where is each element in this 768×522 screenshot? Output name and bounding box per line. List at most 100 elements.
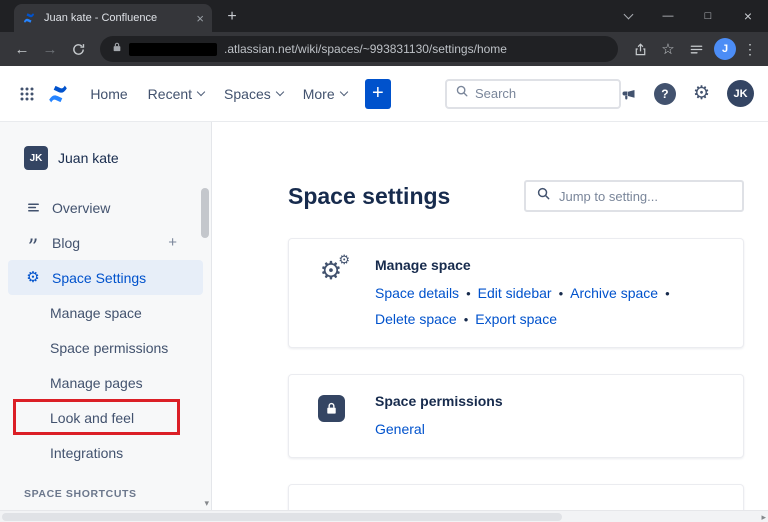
nav-label: More: [302, 85, 335, 102]
browser-tab[interactable]: Juan kate - Confluence ×: [14, 4, 212, 32]
card-body: Space permissions General: [375, 393, 503, 437]
partial-card: [288, 484, 744, 510]
back-button[interactable]: ←: [8, 35, 36, 63]
url-text: .atlassian.net/wiki/spaces/~993831130/se…: [224, 42, 507, 56]
browser-menu-button[interactable]: ⋮: [740, 41, 760, 58]
scroll-right-button[interactable]: ▸: [761, 512, 766, 522]
blog-icon: ”: [27, 234, 39, 259]
sidebar-item-label: Space permissions: [50, 339, 169, 356]
nav-label: Spaces: [224, 85, 271, 102]
sidebar-item-label: Integrations: [50, 444, 124, 461]
bookmark-star-button[interactable]: ☆: [654, 35, 682, 63]
sidebar-item-manage-pages[interactable]: Manage pages: [8, 365, 203, 400]
refresh-button[interactable]: [64, 35, 92, 63]
page-content: JK Juan kate Overview ” Blog + ⚙ Space S…: [0, 122, 768, 510]
chevron-down-icon: [275, 87, 284, 97]
sidebar-item-integrations[interactable]: Integrations: [8, 435, 203, 470]
sidebar-item-label: Manage pages: [50, 374, 143, 391]
sidebar-item-look-and-feel[interactable]: Look and feel: [8, 400, 203, 435]
space-header[interactable]: JK Juan kate: [0, 146, 211, 170]
sidebar-scroll-down-button[interactable]: ▾: [204, 499, 209, 508]
lock-icon: [317, 395, 345, 422]
bullet-separator: •: [463, 311, 469, 327]
nav-home[interactable]: Home: [80, 80, 137, 108]
forward-button[interactable]: →: [36, 35, 64, 63]
horizontal-scrollbar-thumb[interactable]: [2, 512, 562, 521]
nav-recent[interactable]: Recent: [138, 80, 214, 108]
header-actions: ? ⚙ JK: [621, 80, 754, 107]
chevron-down-icon: [623, 9, 633, 19]
browser-window: Juan kate - Confluence × + — □ × ← → .at…: [0, 0, 768, 522]
user-avatar[interactable]: JK: [727, 80, 754, 107]
tab-search-chevron[interactable]: [608, 0, 648, 32]
sidebar-item-space-settings[interactable]: ⚙ Space Settings: [8, 260, 203, 295]
jump-to-setting-input[interactable]: [559, 188, 732, 204]
manage-space-gears-icon: ⚙ ⚙: [313, 253, 350, 327]
search-input[interactable]: [474, 86, 611, 101]
megaphone-icon: [622, 87, 635, 99]
nav-label: Recent: [147, 85, 193, 102]
announcements-button[interactable]: [621, 86, 637, 102]
space-sidebar: JK Juan kate Overview ” Blog + ⚙ Space S…: [0, 122, 212, 510]
sidebar-scrollbar-thumb[interactable]: [201, 188, 209, 238]
nav-label: Home: [90, 85, 128, 102]
share-icon: [635, 42, 645, 55]
omnibox[interactable]: .atlassian.net/wiki/spaces/~993831130/se…: [100, 36, 618, 62]
minimize-button[interactable]: —: [648, 0, 688, 32]
add-blog-button[interactable]: +: [168, 234, 177, 251]
sidebar-item-blog[interactable]: ” Blog +: [8, 225, 203, 260]
overview-icon: [24, 200, 42, 215]
page-title: Space settings: [288, 182, 451, 209]
share-button[interactable]: [626, 35, 654, 63]
gear-small-icon: ⚙: [338, 252, 350, 267]
reading-list-button[interactable]: [682, 35, 710, 63]
jump-to-setting-search[interactable]: [524, 180, 744, 212]
space-permissions-card: Space permissions General: [288, 374, 744, 458]
export-space-link[interactable]: Export space: [475, 311, 557, 327]
new-tab-button[interactable]: +: [220, 5, 244, 29]
confluence-logo[interactable]: [44, 81, 72, 107]
space-shortcuts-header: SPACE SHORTCUTS: [24, 488, 137, 500]
card-title: Manage space: [375, 257, 471, 273]
refresh-icon: [72, 43, 84, 55]
maximize-button[interactable]: □: [688, 0, 728, 32]
tab-close-button[interactable]: ×: [196, 12, 204, 25]
sidebar-item-space-permissions[interactable]: Space permissions: [8, 330, 203, 365]
edit-sidebar-link[interactable]: Edit sidebar: [478, 285, 552, 301]
card-icon: [313, 393, 349, 437]
tab-title: Juan kate - Confluence: [44, 12, 158, 24]
bullet-separator: •: [665, 285, 670, 301]
space-details-link[interactable]: Space details: [375, 285, 459, 301]
window-controls: — □ ×: [608, 0, 768, 32]
bullet-separator: •: [558, 285, 564, 301]
card-body: Manage space Space details • Edit sideba…: [375, 257, 677, 327]
search-icon: [536, 186, 551, 206]
horizontal-scrollbar[interactable]: ▸: [0, 510, 768, 522]
help-button[interactable]: ?: [653, 82, 676, 105]
profile-avatar[interactable]: J: [714, 38, 736, 60]
header-search[interactable]: [444, 78, 621, 109]
grid-icon: [20, 87, 34, 100]
app-switcher-button[interactable]: [14, 79, 40, 109]
window-close-button[interactable]: ×: [728, 0, 768, 32]
sidebar-item-overview[interactable]: Overview: [8, 190, 203, 225]
nav-spaces[interactable]: Spaces: [214, 80, 293, 108]
nav-more[interactable]: More: [293, 80, 357, 108]
settings-button[interactable]: ⚙: [693, 84, 710, 103]
sidebar-item-label: Space Settings: [52, 269, 147, 286]
chevron-down-icon: [196, 87, 206, 97]
confluence-favicon: [22, 11, 36, 25]
main-header: Space settings: [288, 180, 744, 212]
sidebar-item-label: Look and feel: [50, 409, 135, 426]
browser-toolbar: ← → .atlassian.net/wiki/spaces/~99383113…: [0, 32, 768, 66]
link-row: General: [375, 421, 503, 437]
delete-space-link[interactable]: Delete space: [375, 311, 457, 327]
space-avatar: JK: [24, 146, 48, 170]
archive-space-link[interactable]: Archive space: [570, 285, 658, 301]
create-button[interactable]: +: [364, 78, 391, 109]
general-link[interactable]: General: [375, 421, 425, 437]
lock-icon: [112, 40, 122, 58]
main-content: Space settings ⚙ ⚙ Manage space: [212, 122, 768, 510]
sidebar-item-manage-space[interactable]: Manage space: [8, 295, 203, 330]
sidebar-scrollbar[interactable]: [201, 188, 209, 494]
